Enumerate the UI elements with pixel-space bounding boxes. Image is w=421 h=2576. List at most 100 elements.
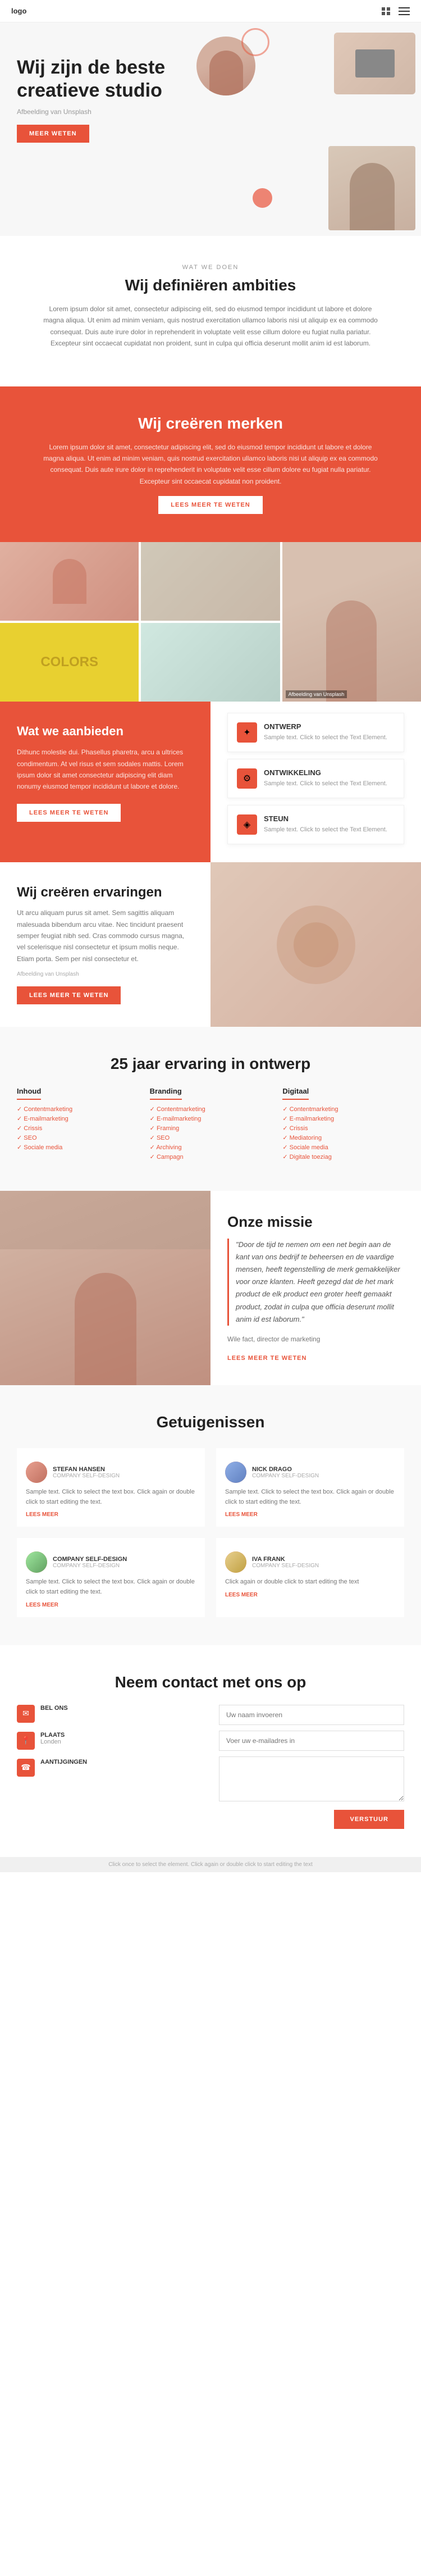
stats-item-2-1: Contentmarketing — [150, 1105, 272, 1113]
mission-author: Wile fact, director de marketing — [227, 1333, 404, 1345]
testimonial-meta-3: COMPANY SELF-DESIGN COMPANY SELF-DESIGN — [53, 1556, 127, 1569]
testimonial-role-3: COMPANY SELF-DESIGN — [53, 1563, 127, 1569]
testimonial-text-1: Sample text. Click to select the text bo… — [26, 1487, 196, 1507]
testimonial-avatar-3 — [26, 1551, 47, 1573]
ambities-text: Lorem ipsum dolor sit amet, consectetur … — [42, 303, 379, 349]
testimonial-text-2: Sample text. Click to select the text bo… — [225, 1487, 395, 1507]
contact-label-3: AANTIJGINGEN — [40, 1759, 87, 1765]
service-text-3: Sample text. Click to select the Text El… — [264, 825, 387, 835]
contact-icon-1: ✉ — [17, 1705, 35, 1723]
menu-icon[interactable] — [399, 7, 410, 15]
stats-item-3-1: Contentmarketing — [282, 1105, 404, 1113]
testimonials-section: Getuigenissen STEFAN HANSEN COMPANY SELF… — [0, 1385, 421, 1645]
testimonial-role-4: COMPANY SELF-DESIGN — [252, 1563, 319, 1569]
contact-info-3: ☎ AANTIJGINGEN — [17, 1759, 202, 1777]
nav-right — [382, 7, 410, 15]
contact-value-2: Londen — [40, 1738, 65, 1745]
testimonial-avatar-4 — [225, 1551, 246, 1573]
testimonial-4: IVA FRANK COMPANY SELF-DESIGN Click agai… — [216, 1538, 404, 1617]
form-group-email — [219, 1731, 404, 1751]
testimonial-text-4: Click again or double click to start edi… — [225, 1577, 395, 1587]
experience-left: Wij creëren ervaringen Ut arcu aliquam p… — [0, 862, 210, 1027]
services-text: Dithunc molestie dui. Phasellus pharetra… — [17, 747, 194, 793]
service-item-2: ⚙ ONTWIKKELING Sample text. Click to sel… — [227, 759, 404, 798]
testimonials-title: Getuigenissen — [17, 1413, 404, 1431]
testimonial-name-4: IVA FRANK — [252, 1556, 319, 1563]
hero-image-2 — [334, 33, 415, 94]
experience-cta-button[interactable]: LEES MEER TE WETEN — [17, 986, 121, 1004]
services-right: ✦ ONTWERP Sample text. Click to select t… — [210, 702, 421, 862]
grid-image-5 — [141, 623, 280, 702]
stats-item-1-2: E-mailmarketing — [17, 1115, 139, 1122]
service-icon-2: ⚙ — [237, 768, 257, 789]
service-content-3: STEUN Sample text. Click to select the T… — [264, 814, 387, 835]
testimonial-role-2: COMPANY SELF-DESIGN — [252, 1473, 319, 1479]
footer-hint: Click once to select the element. Click … — [0, 1857, 421, 1872]
email-input[interactable] — [219, 1731, 404, 1751]
stats-item-1-1: Contentmarketing — [17, 1105, 139, 1113]
service-content-1: ONTWERP Sample text. Click to select the… — [264, 722, 387, 743]
service-text-2: Sample text. Click to select the Text El… — [264, 779, 387, 789]
stats-item-3-6: Digitale toeziag — [282, 1153, 404, 1160]
contact-right: VERSTUUR — [219, 1705, 404, 1829]
service-item-1: ✦ ONTWERP Sample text. Click to select t… — [227, 713, 404, 752]
stats-item-3-4: Mediatoring — [282, 1134, 404, 1141]
hero-image-3 — [328, 146, 415, 230]
image-grid: Afbeelding van Unsplash COLORS — [0, 542, 421, 702]
logo: logo — [11, 7, 26, 15]
stats-item-2-5: Archiving — [150, 1144, 272, 1151]
form-group-message — [219, 1756, 404, 1804]
services-title: Wat we aanbieden — [17, 724, 194, 739]
hero-subtitle: Afbeelding van Unsplash — [17, 108, 196, 116]
contact-label-2: PLAATS — [40, 1732, 65, 1738]
testimonial-readmore-3[interactable]: LEES MEER — [26, 1602, 196, 1608]
testimonial-1: STEFAN HANSEN COMPANY SELF-DESIGN Sample… — [17, 1448, 205, 1527]
testimonial-2: NICK DRAGO COMPANY SELF-DESIGN Sample te… — [216, 1448, 404, 1527]
testimonial-readmore-1[interactable]: LEES MEER — [26, 1512, 196, 1518]
navbar: logo — [0, 0, 421, 22]
testimonial-author-row-2: NICK DRAGO COMPANY SELF-DESIGN — [225, 1462, 395, 1483]
contact-title: Neem contact met ons op — [17, 1673, 404, 1691]
hero-cta-button[interactable]: MEER WETEN — [17, 125, 89, 143]
contact-section: Neem contact met ons op ✉ BEL ONS 📍 PLAA… — [0, 1645, 421, 1857]
message-input[interactable] — [219, 1756, 404, 1801]
testimonial-meta-2: NICK DRAGO COMPANY SELF-DESIGN — [252, 1466, 319, 1479]
stats-item-3-3: Crissis — [282, 1125, 404, 1132]
services-left: Wat we aanbieden Dithunc molestie dui. P… — [0, 702, 210, 862]
support-icon: ◈ — [244, 819, 250, 830]
stats-title: 25 jaar ervaring in ontwerp — [17, 1055, 404, 1073]
mission-cta-link[interactable]: LEES MEER TE WETEN — [227, 1355, 306, 1362]
mission-section: Onze missie "Door de tijd te nemen om ee… — [0, 1191, 421, 1385]
contact-grid: ✉ BEL ONS 📍 PLAATS Londen ☎ AANTIJGINGEN — [17, 1705, 404, 1829]
name-input[interactable] — [219, 1705, 404, 1725]
merken-title: Wij creëren merken — [17, 415, 404, 433]
merken-section: Wij creëren merken Lorem ipsum dolor sit… — [0, 386, 421, 543]
stats-col-2: Branding Contentmarketing E-mailmarketin… — [150, 1086, 272, 1163]
submit-button[interactable]: VERSTUUR — [334, 1810, 404, 1829]
service-text-1: Sample text. Click to select the Text El… — [264, 733, 387, 743]
experience-section: Wij creëren ervaringen Ut arcu aliquam p… — [0, 862, 421, 1027]
experience-caption: Afbeelding van Unsplash — [17, 971, 194, 977]
stats-grid: Inhoud Contentmarketing E-mailmarketing … — [17, 1086, 404, 1163]
nav-grid-icon[interactable] — [382, 7, 391, 15]
testimonial-name-2: NICK DRAGO — [252, 1466, 319, 1473]
testimonial-meta-4: IVA FRANK COMPANY SELF-DESIGN — [252, 1556, 319, 1569]
merken-cta-button[interactable]: LEES MEER TE WETEN — [158, 496, 262, 514]
stats-item-2-6: Campagn — [150, 1153, 272, 1160]
testimonial-readmore-2[interactable]: LEES MEER — [225, 1512, 395, 1518]
service-icon-1: ✦ — [237, 722, 257, 743]
stats-item-1-3: Crissis — [17, 1125, 139, 1132]
service-title-3: STEUN — [264, 814, 387, 823]
testimonial-readmore-4[interactable]: LEES MEER — [225, 1592, 395, 1598]
grid-image-3: Afbeelding van Unsplash — [282, 542, 421, 702]
mission-left — [0, 1191, 210, 1385]
stats-col-title-2: Branding — [150, 1087, 182, 1100]
contact-info-text-3: AANTIJGINGEN — [40, 1759, 87, 1765]
services-cta-button[interactable]: LEES MEER TE WETEN — [17, 804, 121, 822]
testimonial-author-row-1: STEFAN HANSEN COMPANY SELF-DESIGN — [26, 1462, 196, 1483]
grid-image-1 — [0, 542, 139, 621]
testimonial-role-1: COMPANY SELF-DESIGN — [53, 1473, 120, 1479]
stats-item-2-4: SEO — [150, 1134, 272, 1141]
mission-title: Onze missie — [227, 1213, 404, 1231]
stats-item-3-5: Sociale media — [282, 1144, 404, 1151]
